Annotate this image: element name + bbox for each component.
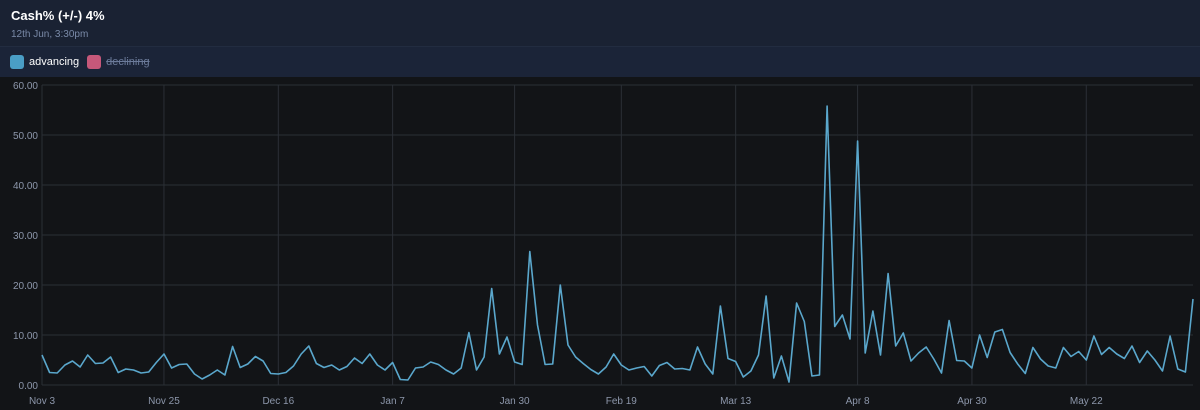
x-tick-label: Jan 30: [500, 396, 530, 407]
grid-lines: [41, 84, 1193, 386]
y-tick-label: 40.00: [13, 181, 38, 192]
y-tick-label: 10.00: [13, 331, 38, 342]
x-tick-label: Feb 19: [606, 396, 638, 407]
y-tick-label: 30.00: [13, 231, 38, 242]
x-tick-label: May 22: [1070, 396, 1103, 407]
series-line-advancing[interactable]: [41, 105, 1194, 383]
x-tick-label: Nov 3: [29, 396, 56, 407]
y-tick-label: 50.00: [13, 131, 38, 142]
y-tick-label: 20.00: [13, 281, 38, 292]
declining-swatch-icon: [87, 55, 102, 69]
x-tick-label: Nov 25: [148, 396, 180, 407]
x-tick-label: Dec 16: [262, 396, 294, 407]
legend-label-advancing: advancing: [29, 56, 80, 68]
legend-label-declining: declining: [106, 56, 150, 68]
chart-title: Cash% (+/-) 4%: [11, 8, 105, 23]
legend-item-declining[interactable]: declining: [87, 55, 150, 69]
x-tick-label: Mar 13: [720, 396, 752, 407]
x-tick-label: Jan 7: [380, 396, 405, 407]
y-axis-ticks: 60.00 50.00 40.00 30.00 20.00 10.00 0.00: [13, 81, 38, 392]
title-card: Cash% (+/-) 4% 12th Jun, 3:30pm: [0, 0, 1200, 47]
x-tick-label: Apr 8: [846, 396, 870, 407]
y-tick-label: 60.00: [13, 81, 38, 92]
chart-subtitle: 12th Jun, 3:30pm: [11, 29, 89, 40]
y-tick-label: 0.00: [19, 381, 39, 392]
series-layer: [41, 105, 1194, 383]
line-chart: 60.00 50.00 40.00 30.00 20.00 10.00 0.00 Nov 3…: [13, 81, 1194, 407]
chart-header: Cash% (+/-) 4% 12th Jun, 3:30pm advancin…: [0, 0, 1200, 77]
legend-item-advancing[interactable]: advancing: [10, 55, 79, 69]
legend: advancing declining: [10, 53, 150, 71]
x-axis-ticks: Nov 3 Nov 25 Dec 16 Jan 7 Jan 30 Feb 19 Mar 13…: [29, 396, 1103, 407]
advancing-swatch-icon: [10, 55, 24, 69]
x-tick-label: Apr 30: [957, 396, 987, 407]
